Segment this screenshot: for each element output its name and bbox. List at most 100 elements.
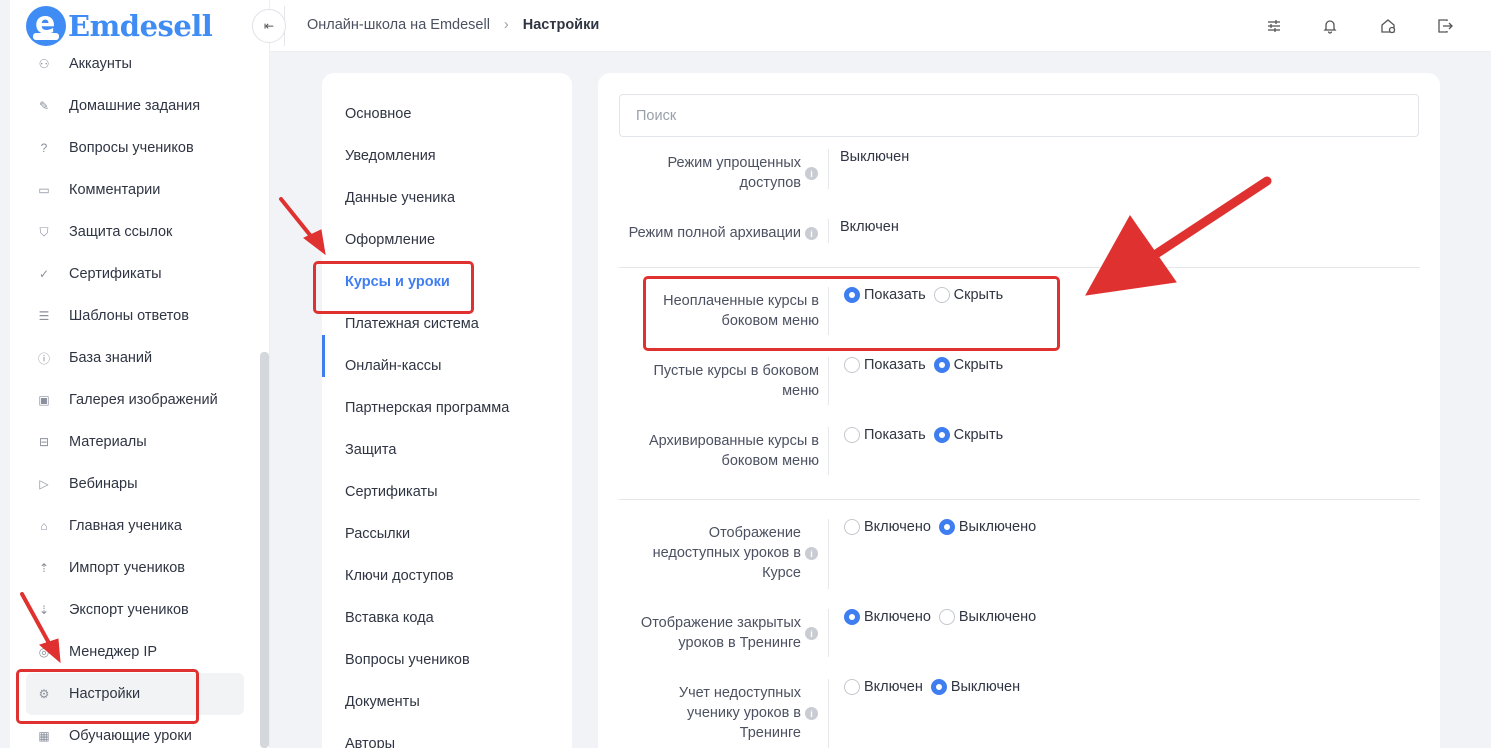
- radio-label: Показать: [864, 357, 926, 373]
- radio-option[interactable]: Выключено: [938, 519, 1037, 535]
- setting-label: Учет недоступных ученику уроков в Тренинге: [679, 683, 801, 743]
- radio-option[interactable]: Выключен: [930, 679, 1021, 695]
- radio-button[interactable]: [844, 679, 860, 695]
- setting-label: Архивированные курсы в боковом меню: [649, 431, 819, 471]
- radio-label: Выключен: [950, 679, 1021, 695]
- settings-menu-item[interactable]: Авторы: [345, 736, 395, 748]
- question-circle-icon: ?: [40, 141, 48, 155]
- setting-label-line: доступов: [739, 175, 801, 191]
- setting-label: Отображение закрытых уроков в Тренинге: [641, 613, 801, 653]
- radio-option[interactable]: Выключено: [938, 609, 1037, 625]
- sidebar-item-3[interactable]: ▭ Комментарии: [26, 169, 244, 211]
- home-settings-icon[interactable]: [1376, 14, 1400, 38]
- radio-button[interactable]: [844, 357, 860, 373]
- sliders-icon[interactable]: [1262, 14, 1286, 38]
- arrow-menu-shaft: [279, 197, 316, 242]
- settings-menu-item[interactable]: Рассылки: [345, 526, 410, 542]
- sidebar-item-11[interactable]: ⌂ Главная ученика: [26, 505, 244, 547]
- bell-icon[interactable]: [1318, 14, 1342, 38]
- annotation-box-menu: [313, 261, 474, 314]
- badge-check-icon: ✓: [38, 267, 50, 281]
- sidebar-item-14[interactable]: ◎ Менеджер IP: [26, 631, 244, 673]
- settings-menu-item[interactable]: Оформление: [345, 232, 435, 248]
- settings-menu-item[interactable]: Документы: [345, 694, 420, 710]
- radio-button[interactable]: [844, 427, 860, 443]
- collapse-sidebar-button[interactable]: ⇤: [252, 9, 286, 43]
- settings-menu-item[interactable]: Вставка кода: [345, 610, 434, 626]
- radio-option[interactable]: Показать: [844, 427, 926, 443]
- settings-menu-item[interactable]: Сертификаты: [345, 484, 438, 500]
- sidebar-item-2[interactable]: ? Вопросы учеников: [26, 127, 244, 169]
- row-divider: [828, 357, 829, 405]
- sidebar-scrollbar[interactable]: [260, 352, 269, 748]
- radio-button[interactable]: [844, 609, 860, 625]
- settings-menu-item[interactable]: Партнерская программа: [345, 400, 509, 416]
- sidebar-item-4[interactable]: ⛉ Защита ссылок: [26, 211, 244, 253]
- radio-button[interactable]: [930, 679, 947, 695]
- radio-option[interactable]: Скрыть: [933, 427, 1004, 443]
- radio-button[interactable]: [933, 357, 950, 373]
- radio-button[interactable]: [938, 609, 955, 625]
- radio-button[interactable]: [844, 519, 860, 535]
- radio-label: Включено: [864, 609, 931, 625]
- setting-value: Выключен: [840, 149, 910, 165]
- radio-label: Выключено: [958, 609, 1037, 625]
- settings-content: Режим упрощенных доступов i Выключен Режим п…: [598, 73, 1440, 748]
- radio-label: Скрыть: [953, 427, 1004, 443]
- breadcrumb-chevron-icon: ›: [503, 17, 509, 33]
- settings-menu-item[interactable]: Платежная система: [345, 316, 479, 332]
- radio-button[interactable]: [933, 427, 950, 443]
- sidebar-item-13[interactable]: ⇣ Экспорт учеников: [26, 589, 244, 631]
- home-gear-icon: ⌂: [40, 519, 48, 533]
- info-icon[interactable]: i: [805, 227, 818, 240]
- setting-label-line: Курсе: [762, 565, 801, 581]
- setting-label-line: Тренинге: [739, 725, 801, 741]
- settings-menu-item[interactable]: Онлайн-кассы: [345, 358, 441, 374]
- setting-label: Режим полной архивации: [629, 223, 801, 243]
- sidebar-item-label: Импорт учеников: [69, 560, 185, 576]
- radio-button[interactable]: [938, 519, 955, 535]
- info-icon[interactable]: i: [805, 627, 818, 640]
- info-icon[interactable]: i: [805, 707, 818, 720]
- sidebar-item-10[interactable]: ▷ Вебинары: [26, 463, 244, 505]
- sidebar-item-6[interactable]: ☰ Шаблоны ответов: [26, 295, 244, 337]
- info-icon[interactable]: i: [805, 547, 818, 560]
- setting-label-line: Режим упрощенных: [667, 155, 801, 171]
- settings-menu-item[interactable]: Основное: [345, 106, 411, 122]
- section-divider: [619, 267, 1420, 268]
- setting-label-line: ученику уроков в: [687, 705, 801, 721]
- radio-option[interactable]: Включен: [844, 679, 923, 695]
- settings-menu-item[interactable]: Ключи доступов: [345, 568, 454, 584]
- radio-label: Выключено: [958, 519, 1037, 535]
- search-input[interactable]: [619, 94, 1419, 137]
- comment-icon: ▭: [38, 183, 50, 197]
- sidebar-item-label: Обучающие уроки: [69, 728, 192, 744]
- sidebar-item-1[interactable]: ✎ Домашние задания: [26, 85, 244, 127]
- info-icon[interactable]: i: [805, 167, 818, 180]
- radio-option[interactable]: Скрыть: [933, 357, 1003, 373]
- setting-label-line: Отображение: [708, 525, 801, 541]
- settings-menu-item[interactable]: Данные ученика: [345, 190, 455, 206]
- users-icon: ⚇: [38, 57, 50, 71]
- image-icon: ▣: [38, 393, 50, 407]
- logo[interactable]: e Emdesell: [26, 6, 213, 46]
- section-divider: [619, 499, 1420, 500]
- radio-option[interactable]: Показать: [844, 357, 926, 373]
- sidebar-item-0[interactable]: ⚇ Аккаунты: [26, 43, 244, 85]
- setting-label-line: Пустые курсы в боковом: [653, 363, 819, 379]
- sidebar-item-8[interactable]: ▣ Галерея изображений: [26, 379, 244, 421]
- sidebar-item-7[interactable]: ⓘ База знаний: [26, 337, 244, 379]
- settings-menu-item[interactable]: Уведомления: [345, 148, 436, 164]
- settings-menu-item[interactable]: Вопросы учеников: [345, 652, 470, 668]
- radio-option[interactable]: Включено: [844, 609, 931, 625]
- breadcrumb-root[interactable]: Онлайн-школа на Emdesell: [307, 17, 490, 33]
- sidebar-item-9[interactable]: ⊟ Материалы: [26, 421, 244, 463]
- sidebar-item-12[interactable]: ⇡ Импорт учеников: [26, 547, 244, 589]
- settings-menu-item[interactable]: Защита: [345, 442, 396, 458]
- sidebar-item-5[interactable]: ✓ Сертификаты: [26, 253, 244, 295]
- radio-option[interactable]: Включено: [844, 519, 931, 535]
- target-icon: ◎: [38, 645, 50, 659]
- logout-icon[interactable]: [1433, 14, 1457, 38]
- logo-text: Emdesell: [68, 9, 213, 43]
- radio-label: Включено: [864, 519, 931, 535]
